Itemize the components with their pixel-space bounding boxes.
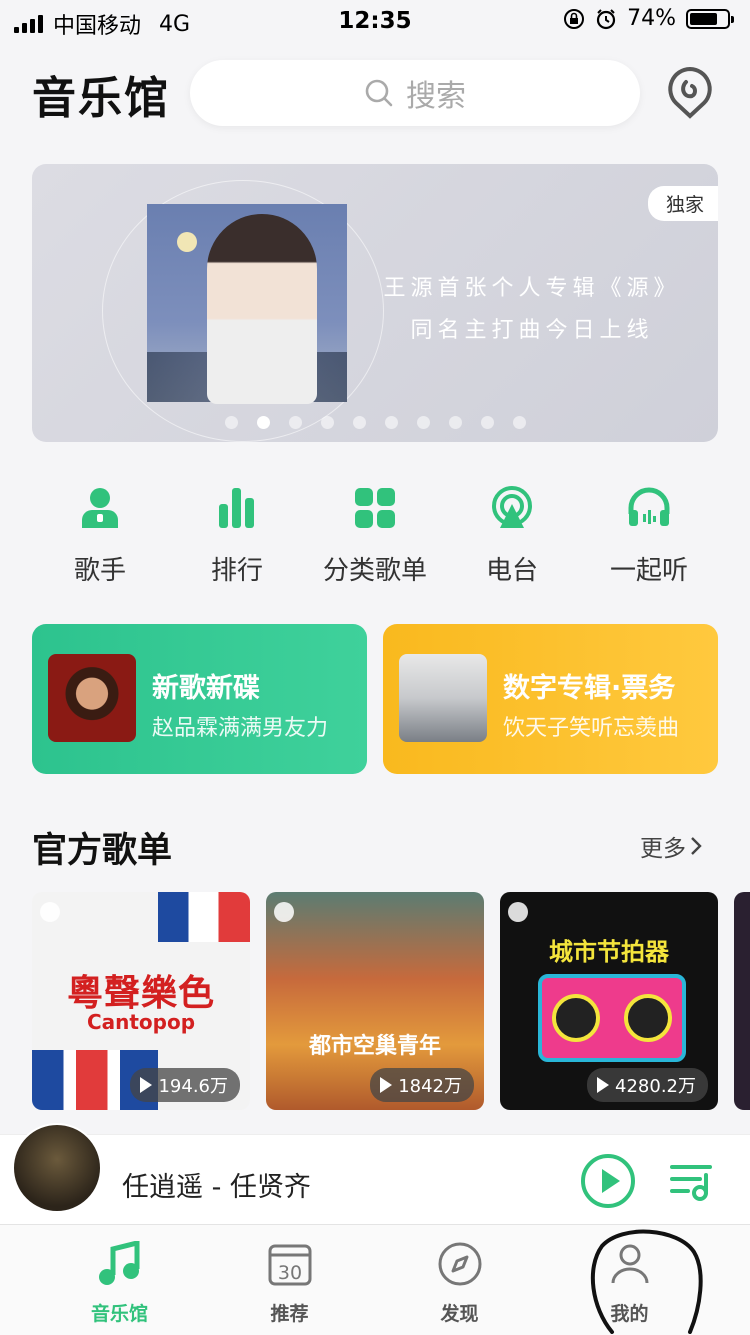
compass-icon	[438, 1242, 481, 1286]
banner-line-1: 王源首张个人专辑《源》	[383, 276, 681, 301]
banner-text: 王源首张个人专辑《源》 同名主打曲今日上线	[362, 268, 702, 352]
pagination-dot[interactable]	[321, 416, 334, 429]
pagination-dot[interactable]	[513, 416, 526, 429]
quick-entry-category[interactable]: 分类歌单	[307, 486, 443, 587]
quick-entry-listen-together[interactable]: 一起听	[581, 486, 717, 587]
play-icon	[597, 1077, 610, 1093]
chevron-right-icon	[691, 837, 702, 855]
battery-percent: 74%	[627, 6, 676, 31]
rotation-lock-icon	[564, 8, 585, 29]
pagination-dot[interactable]	[225, 416, 238, 429]
status-right: 74%	[563, 6, 734, 31]
mini-player[interactable]: 任逍遥 - 任贤齐	[0, 1123, 750, 1225]
pagination-dot[interactable]	[353, 416, 366, 429]
album-cover	[48, 654, 136, 742]
playlist-queue-icon[interactable]	[670, 1161, 714, 1201]
search-placeholder: 搜索	[406, 79, 466, 114]
page-title: 音乐馆	[32, 73, 170, 124]
playlist-art-title: 城市节拍器	[549, 938, 669, 966]
play-icon	[380, 1077, 393, 1093]
qq-music-logo-icon	[508, 902, 528, 922]
qq-music-logo-icon	[40, 902, 60, 922]
quick-entry-label: 排行	[210, 556, 263, 586]
promo-banner[interactable]: 王源首张个人专辑《源》 同名主打曲今日上线 独家	[32, 164, 718, 442]
play-count-value: 194.6万	[158, 1076, 228, 1097]
more-label: 更多	[640, 836, 686, 862]
singer-icon	[82, 488, 118, 528]
album-cover	[399, 654, 487, 742]
tab-discover[interactable]: 发现	[366, 1225, 553, 1335]
quick-entry-label: 歌手	[73, 556, 126, 586]
quick-entry-radio[interactable]: 电台	[444, 486, 580, 587]
music-recognition-icon[interactable]	[666, 66, 714, 120]
headphones-icon	[628, 487, 670, 526]
pagination-dot[interactable]	[481, 416, 494, 429]
quick-entry-singer[interactable]: 歌手	[32, 486, 168, 587]
tab-label: 推荐	[270, 1303, 309, 1325]
alarm-icon	[596, 8, 616, 29]
play-button[interactable]	[580, 1153, 636, 1209]
search-icon	[365, 79, 393, 107]
playlist-art-subtitle: Cantopop	[86, 1010, 196, 1034]
playlist-card-partial[interactable]	[734, 892, 750, 1110]
promo-title: 数字专辑·票务	[503, 673, 676, 704]
search-bar[interactable]: 搜索	[190, 60, 640, 126]
now-playing-title: 任逍遥 - 任贤齐	[122, 1172, 311, 1203]
qq-music-logo-icon	[274, 902, 294, 922]
pagination-dot[interactable]	[417, 416, 430, 429]
tab-recommend[interactable]: 30 推荐	[196, 1225, 383, 1335]
play-count: 4280.2万	[587, 1068, 708, 1102]
play-icon	[140, 1077, 153, 1093]
section-title: 官方歌单	[32, 831, 173, 871]
playlist-card[interactable]: 都市空巢青年 1842万	[266, 892, 484, 1110]
calendar-icon: 30	[268, 1244, 311, 1286]
calendar-day: 30	[277, 1262, 301, 1284]
tab-label: 音乐馆	[90, 1303, 148, 1325]
promo-subtitle: 赵品霖满满男友力	[152, 716, 329, 741]
playlist-card[interactable]: 城市节拍器 4280.2万	[500, 892, 718, 1110]
promo-card-new-releases[interactable]: 新歌新碟 赵品霖满满男友力	[32, 624, 367, 774]
battery-icon	[686, 8, 734, 29]
quick-entry-label: 分类歌单	[322, 556, 427, 586]
hand-drawn-circle-annotation	[590, 1229, 703, 1334]
quick-entry-label: 电台	[485, 556, 538, 586]
promo-card-digital-albums[interactable]: 数字专辑·票务 饮天子笑听忘羡曲	[383, 624, 718, 774]
pagination-dot[interactable]	[289, 416, 302, 429]
banner-line-2: 同名主打曲今日上线	[410, 318, 654, 343]
now-playing-artwork[interactable]	[12, 1123, 102, 1213]
music-note-icon	[98, 1239, 139, 1285]
quick-entry-label: 一起听	[609, 556, 688, 586]
play-count: 194.6万	[130, 1068, 240, 1102]
pagination-dot[interactable]	[449, 416, 462, 429]
promo-title: 新歌新碟	[152, 673, 260, 704]
pagination-dot[interactable]	[385, 416, 398, 429]
radio-icon	[492, 486, 532, 528]
more-link[interactable]: 更多	[640, 829, 702, 863]
tab-label: 发现	[440, 1303, 479, 1325]
play-count-value: 4280.2万	[615, 1076, 696, 1097]
play-count-value: 1842万	[398, 1076, 462, 1097]
play-count: 1842万	[370, 1068, 474, 1102]
status-bar: 中国移动 4G 12:35 74%	[0, 0, 750, 40]
tab-music-hall[interactable]: 音乐馆	[26, 1225, 213, 1335]
pagination-dot-active[interactable]	[257, 416, 270, 429]
category-icon	[355, 488, 395, 528]
promo-subtitle: 饮天子笑听忘羡曲	[503, 716, 680, 741]
playlist-art-title: 都市空巢青年	[308, 1034, 441, 1059]
exclusive-badge: 独家	[647, 186, 718, 221]
playlist-card[interactable]: 粵聲樂色 Cantopop 194.6万	[32, 892, 250, 1110]
boombox-artwork	[538, 974, 686, 1062]
album-artwork	[147, 204, 347, 404]
playlist-art-title: 粵聲樂色	[66, 973, 215, 1014]
quick-entry-chart[interactable]: 排行	[169, 486, 305, 587]
chart-icon	[219, 488, 254, 528]
